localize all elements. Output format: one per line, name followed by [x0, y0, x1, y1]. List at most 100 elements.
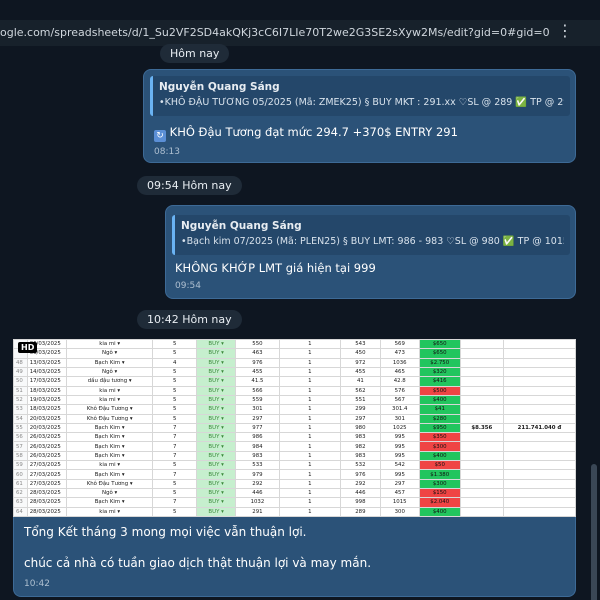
table-cell: 995	[379, 469, 420, 480]
table-row: 64 28/03/2025 kia mi ▾ 5 BUY ▾ 291 1 289 300 $400	[13, 506, 576, 517]
message-bubble[interactable]: Nguyễn Quang Sáng •KHÔ ĐẬU TƯƠNG 05/2025…	[143, 69, 576, 163]
table-row: 50 17/03/2025 dầu đậu tương ▾ 5 BUY ▾ 41.5 1 41…	[13, 376, 576, 387]
table-cell: 995	[379, 450, 420, 462]
table-cell: 297	[235, 413, 280, 424]
table-cell: 1	[278, 487, 341, 499]
message-bubble[interactable]: Nguyễn Quang Sáng •Bạch kim 07/2025 (Mã:…	[165, 205, 576, 299]
table-cell: 14/03/2025	[26, 366, 68, 378]
table-cell: 983	[339, 450, 381, 462]
table-cell: BUY ▾	[196, 422, 237, 434]
table-cell: Khô Đậu Tương ▾	[66, 413, 154, 424]
table-cell: 550	[235, 339, 280, 350]
table-cell: 292	[235, 478, 280, 490]
table-cell: $8.356	[459, 422, 504, 434]
table-cell: 984	[235, 441, 280, 452]
table-cell: 5	[152, 348, 198, 359]
table-cell: 567	[379, 394, 420, 406]
table-cell	[459, 469, 504, 480]
table-cell: Bạch Kim ▾	[66, 357, 154, 368]
table-cell: Bạch Kim ▾	[66, 441, 154, 452]
spreadsheet-image[interactable]: 06/03/2025 kia mi ▾ 5 BUY ▾ 550 1 543 569 $650 06…	[13, 339, 576, 517]
table-cell: 7	[152, 497, 198, 508]
table-cell: 297	[339, 413, 381, 424]
table-row: 57 26/03/2025 Bạch Kim ▾ 7 BUY ▾ 984 1 982 995 $3…	[13, 441, 576, 452]
table-cell	[459, 348, 504, 359]
table-cell: 976	[235, 357, 280, 368]
table-cell: 58	[13, 450, 28, 462]
table-cell	[502, 441, 576, 452]
table-cell: 18/03/2025	[26, 385, 68, 396]
table-cell	[459, 460, 504, 471]
table-cell: 7	[152, 422, 198, 434]
reply-author: Nguyễn Quang Sáng	[159, 81, 280, 93]
table-cell: 28/03/2025	[26, 506, 68, 517]
table-cell: 7	[152, 450, 198, 462]
table-cell	[502, 376, 576, 387]
table-cell: 455	[235, 366, 280, 378]
table-cell: 26/03/2025	[26, 441, 68, 452]
table-cell: Ngô ▾	[66, 366, 154, 378]
table-cell: 54	[13, 413, 28, 424]
table-cell: 42.8	[379, 376, 420, 387]
table-cell: $300	[418, 478, 461, 490]
table-cell: 20/03/2025	[26, 413, 68, 424]
table-cell	[459, 404, 504, 415]
more-vertical-icon[interactable]: ⋮	[557, 20, 573, 42]
refresh-emoji-icon: ↻	[154, 130, 166, 142]
table-cell: BUY ▾	[196, 404, 237, 415]
table-cell: 19/03/2025	[26, 394, 68, 406]
table-cell	[502, 413, 576, 424]
table-cell: 1	[278, 348, 341, 359]
table-cell: 576	[379, 385, 420, 396]
table-cell	[459, 478, 504, 490]
table-cell: BUY ▾	[196, 366, 237, 378]
table-cell: 976	[339, 469, 381, 480]
table-cell: 1	[278, 432, 341, 443]
table-row: 49 14/03/2025 Ngô ▾ 5 BUY ▾ 455 1 455 465 $320	[13, 366, 576, 378]
table-row: 54 20/03/2025 Khô Đậu Tương ▾ 5 BUY ▾ 297 1 297…	[13, 413, 576, 424]
table-cell	[459, 394, 504, 406]
table-cell: 51	[13, 385, 28, 396]
table-cell: 41.5	[235, 376, 280, 387]
table-cell: 543	[339, 339, 381, 350]
table-cell: BUY ▾	[196, 441, 237, 452]
table-cell: 28/03/2025	[26, 487, 68, 499]
table-cell: 292	[339, 478, 381, 490]
reply-quote[interactable]: Nguyễn Quang Sáng •Bạch kim 07/2025 (Mã:…	[172, 215, 570, 255]
message-text-row: ↻ KHÔ Đậu Tương đạt mức 294.7 +370$ ENTR…	[154, 125, 458, 142]
table-cell: Bạch Kim ▾	[66, 432, 154, 443]
table-cell: 980	[339, 422, 381, 434]
table-cell: 7	[152, 441, 198, 452]
table-cell: $650	[418, 339, 461, 350]
table-cell: 1	[278, 357, 341, 368]
chat-scrollbar[interactable]	[591, 44, 597, 600]
message-text: KHÔNG KHỚP LMT giá hiện tại 999	[175, 261, 376, 275]
table-cell	[459, 413, 504, 424]
table-cell: 5	[152, 339, 198, 350]
table-cell: 1	[278, 441, 341, 452]
table-cell: 55	[13, 422, 28, 434]
table-cell: 17/03/2025	[26, 376, 68, 387]
table-cell: BUY ▾	[196, 497, 237, 508]
table-cell: 49	[13, 366, 28, 378]
table-cell: 291	[235, 506, 280, 517]
table-cell	[459, 450, 504, 462]
date-pill: Hôm nay	[160, 44, 230, 63]
table-cell: $320	[418, 366, 461, 378]
table-row: 48 13/03/2025 Bạch Kim ▾ 4 BUY ▾ 976 1 972 1036 $…	[13, 357, 576, 368]
table-cell: 1	[278, 413, 341, 424]
table-cell: 473	[379, 348, 420, 359]
table-cell: BUY ▾	[196, 348, 237, 359]
url-text[interactable]: ogle.com/spreadsheets/d/1_Su2VF2SD4akQKj…	[0, 26, 550, 39]
table-cell	[502, 506, 576, 517]
table-cell: Khô Đậu Tương ▾	[66, 404, 154, 415]
table-cell: 559	[235, 394, 280, 406]
table-cell: 5	[152, 394, 198, 406]
table-cell: 542	[379, 460, 420, 471]
table-cell: 5	[152, 385, 198, 396]
scrollbar-thumb[interactable]	[591, 464, 597, 600]
table-cell: $41	[418, 404, 461, 415]
table-cell: BUY ▾	[196, 385, 237, 396]
reply-quote[interactable]: Nguyễn Quang Sáng •KHÔ ĐẬU TƯƠNG 05/2025…	[150, 76, 570, 116]
address-bar[interactable]: ogle.com/spreadsheets/d/1_Su2VF2SD4akQKj…	[0, 20, 600, 46]
